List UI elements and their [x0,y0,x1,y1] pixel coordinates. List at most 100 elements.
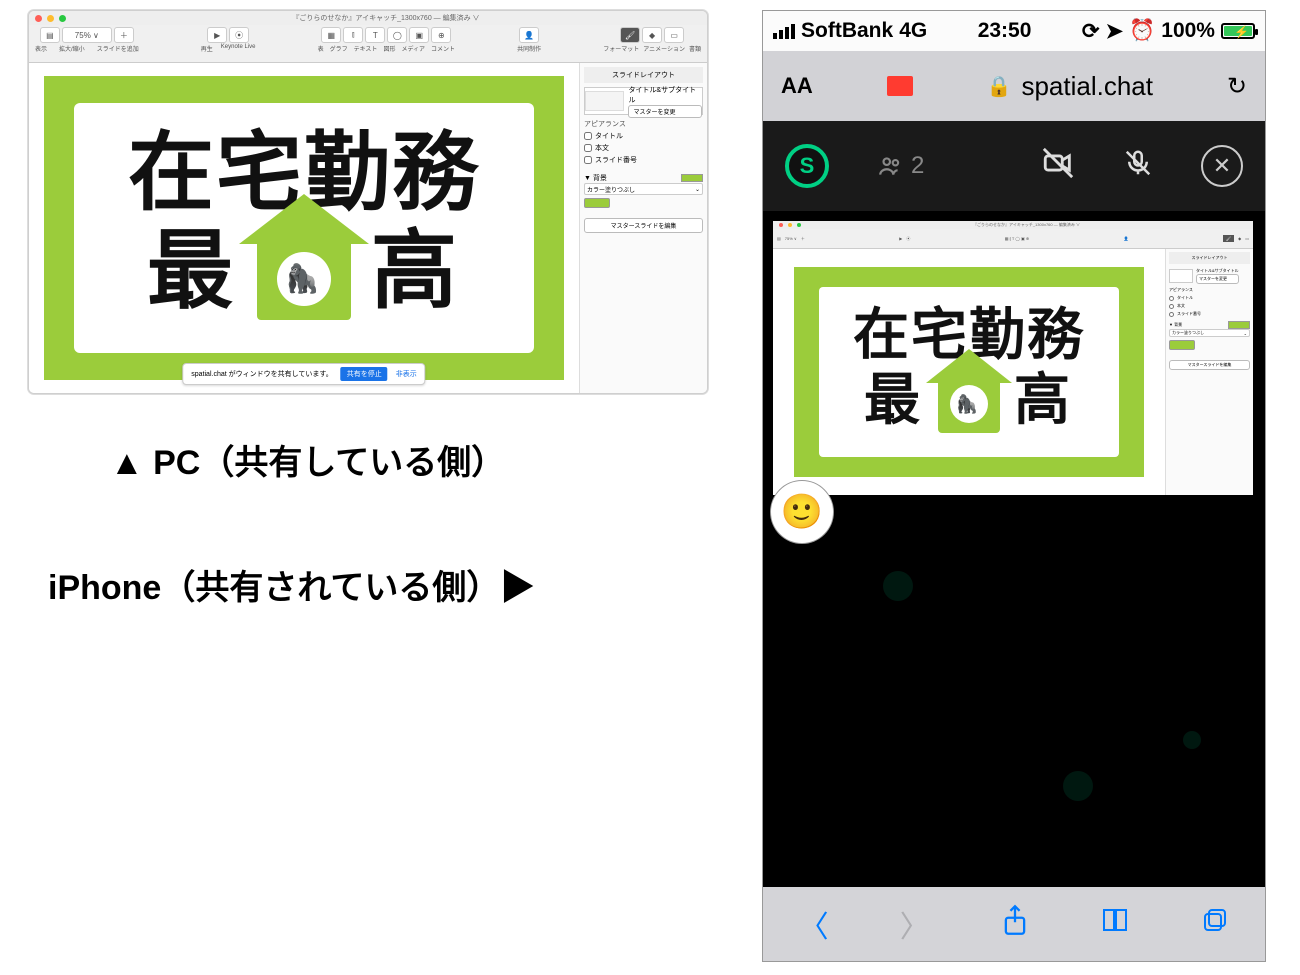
background-label: 背景 [593,175,607,182]
spatial-stage[interactable]: 『ごりらのせなか』アイキャッチ_1300x760 — 編集済み ∨ ▤75% ∨… [763,211,1265,887]
iphone-frame: SoftBank 4G 23:50 ⟳ ➤ ⏰ 100% ⚡ AA 🔒 spat… [762,10,1266,962]
screen-share-strip: spatial.chat がウィンドウを共有しています。 共有を停止 非表示 [182,363,425,385]
mini-slide-bl: 最 [864,372,924,428]
document-label: 書類 [689,44,701,53]
caption-iphone: iPhone（共有されている側）▶ [48,560,534,609]
minimize-icon[interactable] [47,15,54,22]
mini-house-icon: 🦍 [926,363,1012,437]
fill-color-swatch[interactable] [584,198,610,208]
text-label: テキスト [354,44,378,53]
edit-master-button[interactable]: マスタースライドを編集 [584,218,703,233]
slide-text-bot-left: 最 [147,228,237,314]
shape-label: 図形 [383,44,395,53]
table-label: 表 [318,44,324,53]
participants-button[interactable]: 2 [877,152,924,180]
add-slide-button[interactable]: ＋ [114,27,134,43]
fill-select[interactable]: カラー塗りつぶし⌄ [584,183,703,195]
safari-tabbar: 〈 〉 [763,887,1265,961]
shape-button[interactable]: ◯ [387,27,407,43]
bg-swatch[interactable] [681,174,703,182]
mini-title: 『ごりらのせなか』アイキャッチ_1300x760 — 編集済み ∨ [806,222,1247,228]
live-label: Keynote Live [221,44,256,53]
window-title: 『ごりらのせなか』アイキャッチ_1300x760 — 編集済み ∨ [71,13,701,23]
animate-label: アニメーション [643,44,685,53]
change-master-button[interactable]: マスターを変更 [628,105,702,118]
chart-label: グラフ [330,44,348,53]
back-button[interactable]: 〈 [799,902,829,946]
media-label: メディア [401,44,425,53]
close-icon[interactable] [35,15,42,22]
reload-button[interactable]: ↻ [1227,72,1247,101]
collab-label: 共同制作 [517,44,541,53]
body-checkbox[interactable]: 本文 [584,143,703,153]
keynote-toolbar: ▤ 75% ∨ ＋ 表示 拡大/縮小 スライドを追加 ▶ ⦿ 再生 Keynot… [29,25,707,63]
view-button[interactable]: ▤ [40,27,60,43]
animate-button[interactable]: ◆ [642,27,662,43]
document-button[interactable]: ▭ [664,27,684,43]
camera-off-icon[interactable] [1041,146,1075,187]
master-name: タイトル&サブタイトル [628,85,702,105]
shared-screen-thumbnail[interactable]: 『ごりらのせなか』アイキャッチ_1300x760 — 編集済み ∨ ▤75% ∨… [773,221,1253,495]
mac-titlebar: 『ごりらのせなか』アイキャッチ_1300x760 — 編集済み ∨ [29,11,707,25]
clock: 23:50 [978,19,1032,43]
network-label: 4G [899,19,927,43]
close-button[interactable]: ✕ [1201,145,1243,187]
title-checkbox[interactable]: タイトル [584,131,703,141]
share-msg: spatial.chat がウィンドウを共有しています。 [191,369,332,379]
keynote-window: 『ごりらのせなか』アイキャッチ_1300x760 — 編集済み ∨ ▤ 75% … [28,10,708,394]
master-thumbnail[interactable]: タイトル&サブタイトル マスターを変更 [584,87,703,115]
stop-share-button[interactable]: 共有を停止 [341,367,388,381]
bookmarks-button[interactable] [1100,906,1130,942]
battery-icon: ⚡ [1221,23,1255,39]
recording-indicator-icon [887,76,913,96]
spatial-toolbar: S 2 ✕ [763,121,1265,211]
slide-number-checkbox[interactable]: スライド番号 [584,155,703,165]
battery-percent: 100% [1161,19,1215,43]
play-button[interactable]: ▶ [207,27,227,43]
mini-toolbar: ▤75% ∨＋ ▶⦿ ▦ ⫾ T ◯ ▣ ⊕ 👤 🖌◆▭ [773,229,1253,249]
collab-button[interactable]: 👤 [519,27,539,43]
zoom-select[interactable]: 75% ∨ [62,27,112,43]
play-label: 再生 [201,44,213,53]
user-avatar[interactable]: 🙂 [771,481,833,543]
hide-share-button[interactable]: 非表示 [396,369,417,379]
text-button[interactable]: T [365,27,385,43]
safari-address-bar[interactable]: AA 🔒 spatial.chat ↻ [763,51,1265,121]
lock-icon: 🔒 [987,74,1012,99]
house-icon: 🦍 [239,216,369,326]
alarm-icon: ⏰ [1129,19,1155,43]
inspector-panel: スライドレイアウト タイトル&サブタイトル マスターを変更 アピアランス タイト… [579,63,707,393]
table-button[interactable]: ▦ [321,27,341,43]
signal-icon [773,24,795,39]
keynote-live-button[interactable]: ⦿ [229,27,249,43]
media-button[interactable]: ▣ [409,27,429,43]
addslide-label: スライドを追加 [97,44,139,53]
view-label: 表示 [35,44,47,53]
participant-count: 2 [911,152,924,180]
face-icon: 🦍 [277,252,331,306]
spatial-logo-icon[interactable]: S [785,144,829,188]
mini-slide-br: 高 [1014,372,1074,428]
forward-button[interactable]: 〉 [900,902,930,946]
mini-inspector: スライドレイアウト タイトル&サブタイトル マスターを変更 アピアランス タイト… [1165,249,1253,495]
slide-text-bot-right: 高 [371,228,461,314]
comment-label: コメント [431,44,455,53]
format-button[interactable]: 🖌 [620,27,640,43]
format-label: フォーマット [603,44,639,53]
ios-status-bar: SoftBank 4G 23:50 ⟳ ➤ ⏰ 100% ⚡ [763,11,1265,51]
text-size-button[interactable]: AA [781,73,813,99]
maximize-icon[interactable] [59,15,66,22]
slide-canvas: 在宅勤務 最 🦍 高 [44,76,564,380]
mic-off-icon[interactable] [1123,148,1153,185]
chart-button[interactable]: ⫾ [343,27,363,43]
tabs-button[interactable] [1201,906,1229,942]
comment-button[interactable]: ⊕ [431,27,451,43]
inspector-layout-header: スライドレイアウト [584,67,703,83]
location-icon: ➤ [1106,19,1124,44]
slide-pane[interactable]: 在宅勤務 最 🦍 高 spatial.chat がウィンドウを共有しています。 … [29,63,579,393]
zoom-label: 拡大/縮小 [59,44,85,53]
share-button[interactable] [1001,904,1029,944]
orientation-lock-icon: ⟳ [1082,19,1100,44]
appearance-label: アピアランス [584,119,703,129]
caption-pc: ▲ PC（共有している側） [110,435,505,484]
